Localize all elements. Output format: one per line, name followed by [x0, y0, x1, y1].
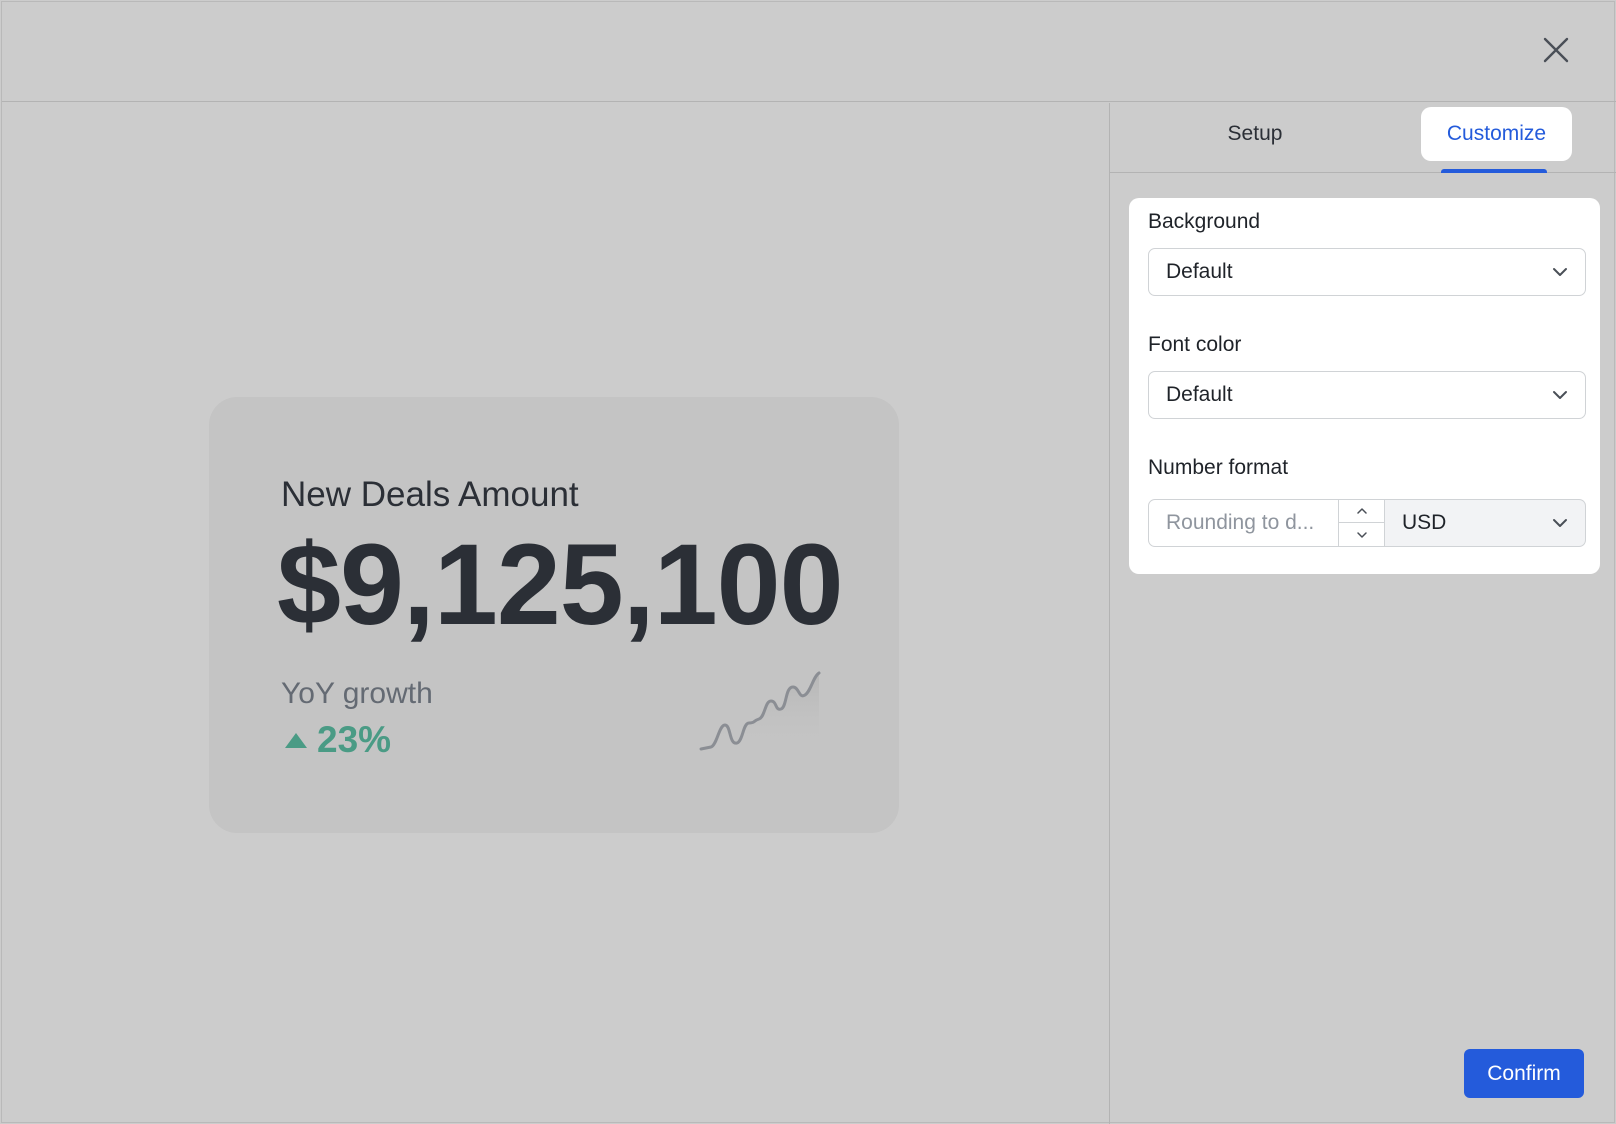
active-tab-indicator	[1441, 169, 1547, 173]
dialog-header	[2, 2, 1616, 102]
chevron-down-icon	[1553, 519, 1567, 527]
tab-bar: Setup Customize	[1110, 103, 1616, 173]
chevron-up-icon	[1356, 508, 1367, 514]
tab-customize[interactable]: Customize	[1421, 107, 1572, 161]
metric-title: New Deals Amount	[281, 475, 579, 514]
confirm-button[interactable]: Confirm	[1464, 1049, 1584, 1098]
background-select[interactable]: Default	[1148, 248, 1586, 296]
preview-area: New Deals Amount $9,125,100 YoY growth 2…	[2, 103, 1109, 1124]
font-color-select-value: Default	[1166, 383, 1233, 406]
growth-value: 23%	[317, 719, 392, 760]
tab-setup[interactable]: Setup	[1170, 107, 1340, 161]
metric-value: $9,125,100	[277, 521, 844, 649]
background-label: Background	[1148, 210, 1261, 233]
chevron-down-icon	[1553, 391, 1567, 399]
triangle-up-icon	[285, 732, 307, 748]
currency-select-value: USD	[1402, 511, 1447, 534]
metric-card: New Deals Amount $9,125,100 YoY growth 2…	[209, 397, 899, 833]
close-button[interactable]	[1538, 32, 1574, 68]
background-select-value: Default	[1166, 260, 1233, 283]
dialog: New Deals Amount $9,125,100 YoY growth 2…	[1, 1, 1616, 1124]
settings-panel: Setup Customize Background Default Font …	[1109, 103, 1616, 1124]
chevron-down-icon	[1356, 531, 1367, 538]
font-color-select[interactable]: Default	[1148, 371, 1586, 419]
decrement-button[interactable]	[1339, 523, 1384, 546]
number-format-label: Number format	[1148, 456, 1289, 479]
growth-indicator: 23%	[285, 719, 391, 761]
growth-label: YoY growth	[281, 677, 433, 710]
chevron-down-icon	[1553, 268, 1567, 276]
rounding-stepper	[1338, 500, 1384, 546]
font-color-label: Font color	[1148, 333, 1242, 356]
customize-card: Background Default Font color Default Nu…	[1129, 198, 1600, 574]
sparkline-icon	[699, 671, 821, 751]
rounding-field[interactable]	[1149, 500, 1339, 546]
currency-select[interactable]: USD	[1385, 499, 1586, 547]
close-icon	[1543, 37, 1569, 63]
increment-button[interactable]	[1339, 500, 1384, 523]
rounding-input	[1148, 499, 1385, 547]
